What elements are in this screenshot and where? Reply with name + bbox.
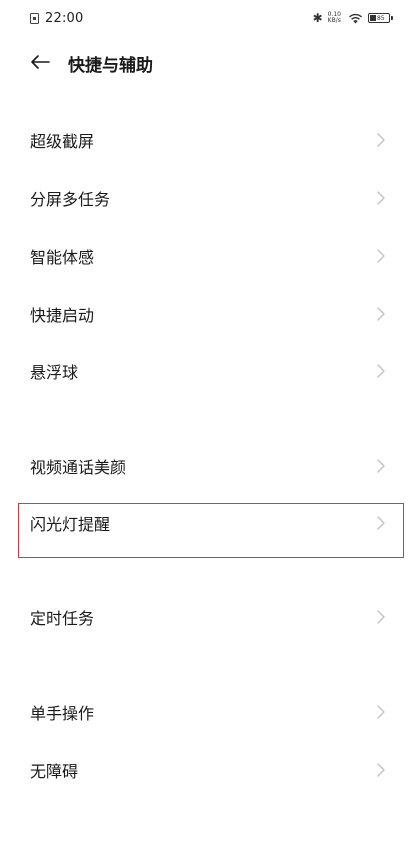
list-item-label: 快捷启动 [30, 306, 95, 325]
list-item-super-screenshot[interactable]: 超级截屏 [0, 112, 418, 168]
battery-icon: 85 [368, 13, 393, 23]
page-title: 快捷与辅助 [68, 56, 153, 76]
battery-level: 85 [377, 14, 385, 22]
status-bar: 22:00 ✱ 0.10 KB/s 85 [0, 0, 418, 36]
list-item-label: 分屏多任务 [30, 190, 111, 209]
bluetooth-icon: ✱ [312, 11, 323, 25]
header: 快捷与辅助 [0, 40, 418, 84]
chevron-right-icon [376, 306, 386, 322]
network-speed: 0.10 KB/s [328, 12, 341, 24]
status-right: ✱ 0.10 KB/s 85 [312, 9, 393, 27]
chevron-right-icon [376, 609, 386, 625]
chevron-right-icon [376, 132, 386, 148]
list-item-split-screen[interactable]: 分屏多任务 [0, 170, 418, 226]
list-item-label: 超级截屏 [30, 132, 95, 151]
list-item-label: 定时任务 [30, 609, 95, 628]
list-item-video-call-beauty[interactable]: 视频通话美颜 [0, 438, 418, 494]
list-item-label: 悬浮球 [30, 363, 79, 382]
status-left: 22:00 [30, 9, 83, 27]
list-item-flash-reminder[interactable]: 闪光灯提醒 [0, 495, 418, 551]
chevron-right-icon [376, 248, 386, 264]
battery-fill [370, 15, 376, 21]
list-item-label: 智能体感 [30, 248, 95, 267]
list-item-smart-motion[interactable]: 智能体感 [0, 228, 418, 284]
list-item-label: 视频通话美颜 [30, 458, 127, 477]
wifi-icon [348, 13, 363, 24]
chevron-right-icon [376, 190, 386, 206]
list-item-floating-ball[interactable]: 悬浮球 [0, 343, 418, 399]
status-time: 22:00 [45, 10, 84, 26]
list-item-label: 无障碍 [30, 762, 79, 781]
list-item-quick-launch[interactable]: 快捷启动 [0, 286, 418, 342]
arrow-left-icon [31, 55, 50, 69]
list-item-accessibility[interactable]: 无障碍 [0, 742, 418, 798]
network-speed-unit: KB/s [327, 17, 341, 24]
list-item-scheduled-tasks[interactable]: 定时任务 [0, 589, 418, 645]
chevron-right-icon [376, 458, 386, 474]
sim-card-icon [30, 12, 39, 24]
chevron-right-icon [376, 704, 386, 720]
chevron-right-icon [376, 363, 386, 379]
list-item-label: 闪光灯提醒 [30, 515, 111, 534]
list-item-one-hand-mode[interactable]: 单手操作 [0, 684, 418, 740]
back-button[interactable] [26, 48, 54, 76]
chevron-right-icon [376, 515, 386, 531]
list-item-label: 单手操作 [30, 704, 95, 723]
chevron-right-icon [376, 762, 386, 778]
